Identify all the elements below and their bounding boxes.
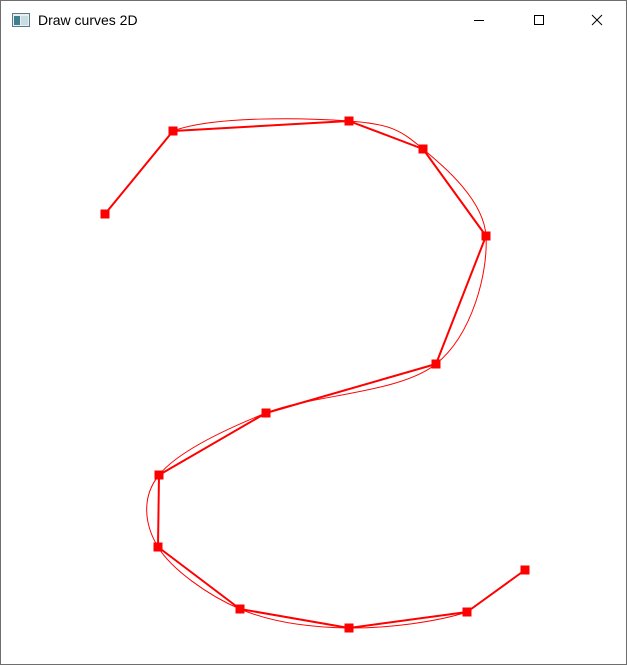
control-point[interactable]: [261, 408, 271, 418]
control-point[interactable]: [168, 126, 178, 136]
polygon-segment: [157, 474, 160, 548]
control-point[interactable]: [431, 359, 441, 369]
control-point[interactable]: [418, 144, 428, 154]
drawing-canvas[interactable]: [1, 39, 626, 664]
polygon-segment: [172, 120, 350, 132]
smooth-curve: [146, 118, 487, 629]
control-point[interactable]: [235, 604, 245, 614]
control-point[interactable]: [154, 470, 164, 480]
control-points: [100, 116, 530, 633]
polygon-segment: [435, 235, 487, 365]
control-point[interactable]: [481, 231, 491, 241]
control-polygon: [104, 120, 526, 629]
polygon-segment: [158, 412, 267, 476]
polygon-segment: [466, 569, 526, 613]
curve-drawing: [100, 116, 530, 633]
control-point[interactable]: [520, 565, 530, 575]
smooth-curve-path: [146, 118, 487, 629]
polygon-segment: [104, 130, 174, 215]
control-point[interactable]: [153, 542, 163, 552]
control-point[interactable]: [100, 209, 110, 219]
polygon-segment: [239, 608, 350, 629]
polygon-segment: [348, 611, 468, 629]
app-window: Draw curves 2D: [0, 0, 627, 665]
control-point[interactable]: [344, 623, 354, 633]
polygon-segment: [422, 148, 487, 237]
polygon-segment: [157, 546, 241, 610]
control-point[interactable]: [462, 607, 472, 617]
polygon-segment: [348, 120, 424, 150]
control-point[interactable]: [344, 116, 354, 126]
